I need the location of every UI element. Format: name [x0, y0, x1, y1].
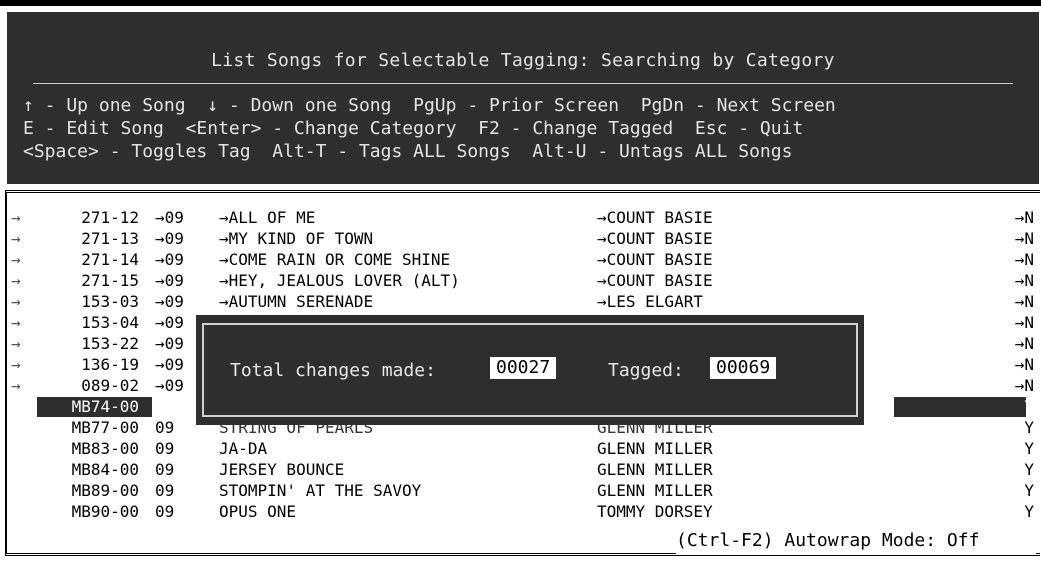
song-category: 09 — [155, 439, 175, 458]
song-category: →09 — [155, 229, 184, 248]
tagged-label: Tagged: — [608, 360, 684, 381]
song-title: JA-DA — [219, 439, 268, 458]
song-title: JERSEY BOUNCE — [219, 460, 345, 479]
row-arrow: → — [11, 229, 21, 248]
song-tag[interactable]: →N — [1015, 375, 1034, 397]
song-tag[interactable]: →N — [1015, 291, 1034, 313]
total-changes-label: Total changes made: — [230, 360, 436, 381]
row-arrow: → — [11, 376, 21, 395]
song-category: →09 — [155, 271, 184, 290]
song-artist: GLENN MILLER — [597, 460, 713, 479]
song-category: →09 — [155, 334, 184, 353]
song-artist: →LES ELGART — [597, 292, 703, 311]
song-number: 153-04 — [81, 313, 139, 332]
row-arrow: → — [11, 355, 21, 374]
song-category: →09 — [155, 313, 184, 332]
song-number: MB90-00 — [71, 502, 139, 521]
song-category: 09 — [155, 502, 175, 521]
song-tag[interactable]: Y — [1024, 459, 1034, 481]
song-category: →09 — [155, 208, 184, 227]
song-row[interactable]: → 271-12 →09 →ALL OF ME →COUNT BASIE →N — [7, 207, 1040, 229]
song-title: →ALL OF ME — [219, 208, 316, 227]
help-line-navigation: ↑ - Up one Song ↓ - Down one Song PgUp -… — [23, 95, 836, 116]
song-tag[interactable]: Y — [1024, 438, 1034, 460]
song-number: MB83-00 — [71, 439, 139, 458]
song-title: →HEY, JEALOUS LOVER (ALT) — [219, 271, 460, 290]
autowrap-status[interactable]: (Ctrl-F2) Autowrap Mode: Off — [676, 528, 1036, 554]
song-category: →09 — [155, 376, 184, 395]
song-number: 153-22 — [81, 334, 139, 353]
help-line-edit: E - Edit Song <Enter> - Change Category … — [23, 118, 804, 139]
app-screen: List Songs for Selectable Tagging: Searc… — [0, 0, 1041, 561]
song-row[interactable]: MB83-00 09 JA-DA GLENN MILLER Y — [7, 438, 1040, 460]
song-number: MB77-00 — [71, 418, 139, 437]
row-arrow: → — [11, 271, 21, 290]
song-number: 271-12 — [81, 208, 139, 227]
song-number: 153-03 — [81, 292, 139, 311]
song-artist: TOMMY DORSEY — [597, 502, 713, 521]
row-arrow: → — [11, 313, 21, 332]
song-category: 09 — [155, 460, 175, 479]
selection-highlight-tail — [894, 397, 1026, 417]
song-number: MB89-00 — [71, 481, 139, 500]
song-row[interactable]: → 271-13 →09 →MY KIND OF TOWN →COUNT BAS… — [7, 228, 1040, 250]
song-title: →MY KIND OF TOWN — [219, 229, 374, 248]
help-line-tagging: <Space> - Toggles Tag Alt-T - Tags ALL S… — [23, 141, 793, 162]
song-category: →09 — [155, 250, 184, 269]
song-number: MB74-00 — [71, 397, 139, 416]
page-title: List Songs for Selectable Tagging: Searc… — [211, 50, 835, 71]
song-row[interactable]: → 271-15 →09 →HEY, JEALOUS LOVER (ALT) →… — [7, 270, 1040, 292]
song-number: MB84-00 — [71, 460, 139, 479]
song-tag[interactable]: Y — [1024, 501, 1034, 523]
song-artist: →COUNT BASIE — [597, 271, 713, 290]
header-divider — [33, 83, 1013, 84]
song-tag[interactable]: →N — [1015, 249, 1034, 271]
song-number: 271-15 — [81, 271, 139, 290]
song-category: 09 — [155, 481, 175, 500]
row-arrow: → — [11, 208, 21, 227]
song-number: 271-13 — [81, 229, 139, 248]
total-changes-value: 00027 — [490, 357, 557, 379]
song-tag[interactable]: →N — [1015, 270, 1034, 292]
song-number: 271-14 — [81, 250, 139, 269]
song-category: →09 — [155, 355, 184, 374]
song-artist: GLENN MILLER — [597, 439, 713, 458]
song-tag[interactable]: Y — [1024, 396, 1034, 418]
song-title: OPUS ONE — [219, 502, 297, 521]
song-tag[interactable]: →N — [1015, 354, 1034, 376]
song-tag[interactable]: →N — [1015, 228, 1034, 250]
song-title: STOMPIN' AT THE SAVOY — [219, 481, 422, 500]
song-tag[interactable]: Y — [1024, 417, 1034, 439]
song-number: 136-19 — [81, 355, 139, 374]
song-row[interactable]: MB84-00 09 JERSEY BOUNCE GLENN MILLER Y — [7, 459, 1040, 481]
song-artist: →COUNT BASIE — [597, 208, 713, 227]
header-panel: List Songs for Selectable Tagging: Searc… — [7, 12, 1039, 184]
tagged-value: 00069 — [710, 357, 777, 379]
song-row[interactable]: MB90-00 09 OPUS ONE TOMMY DORSEY Y — [7, 501, 1040, 523]
song-row[interactable]: → 271-14 →09 →COME RAIN OR COME SHINE →C… — [7, 249, 1040, 271]
song-title: →COME RAIN OR COME SHINE — [219, 250, 451, 269]
song-artist: →COUNT BASIE — [597, 229, 713, 248]
song-row[interactable]: → 153-03 →09 →AUTUMN SERENADE →LES ELGAR… — [7, 291, 1040, 313]
song-number: 089-02 — [81, 376, 139, 395]
window-top-border — [0, 0, 1041, 6]
song-category: 09 — [155, 418, 175, 437]
song-artist: GLENN MILLER — [597, 481, 713, 500]
song-category: →09 — [155, 292, 184, 311]
song-category: 09 — [155, 397, 175, 416]
changes-summary-dialog: Total changes made: 00027 Tagged: 00069 — [196, 315, 864, 425]
song-tag[interactable]: →N — [1015, 333, 1034, 355]
song-title: →AUTUMN SERENADE — [219, 292, 374, 311]
song-tag[interactable]: →N — [1015, 312, 1034, 334]
row-arrow: → — [11, 292, 21, 311]
song-tag[interactable]: Y — [1024, 480, 1034, 502]
row-arrow: → — [11, 334, 21, 353]
row-arrow: → — [11, 250, 21, 269]
song-artist: →COUNT BASIE — [597, 250, 713, 269]
song-row[interactable]: MB89-00 09 STOMPIN' AT THE SAVOY GLENN M… — [7, 480, 1040, 502]
song-tag[interactable]: →N — [1015, 207, 1034, 229]
